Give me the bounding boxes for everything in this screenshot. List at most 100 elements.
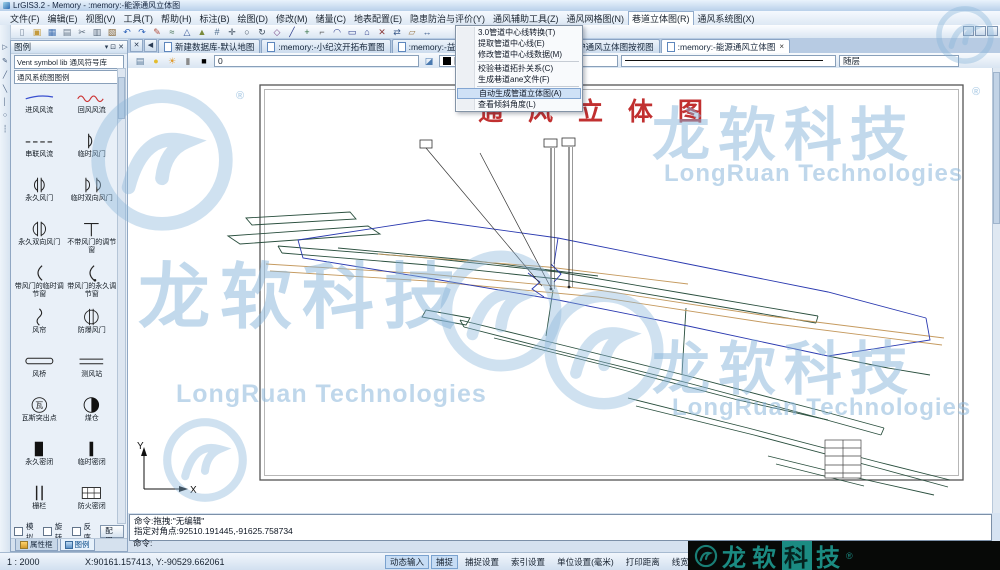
tab-properties[interactable]: 属性框	[15, 539, 58, 551]
color-chip-icon[interactable]: ■	[197, 55, 211, 67]
menu-option[interactable]: 提取管道中心线(E)	[457, 38, 581, 49]
menu-item[interactable]: 视图(V)	[82, 11, 120, 26]
status-button[interactable]: 索引设置	[506, 555, 550, 569]
menu-item[interactable]: 通风辅助工具(Z)	[489, 11, 563, 26]
legend-symbol[interactable]: 临时双向风门	[66, 175, 119, 219]
legend-symbol[interactable]: 栅栏	[13, 483, 66, 525]
tab-prev-icon[interactable]: ◀	[144, 39, 157, 52]
status-button[interactable]: 捕捉	[431, 555, 458, 569]
status-button[interactable]: 单位设置(毫米)	[552, 555, 619, 569]
symbol-category-select[interactable]: 通风系统图图例	[14, 70, 124, 84]
drawing-canvas[interactable]: 通 风 立 体 图	[128, 68, 993, 513]
legend-symbol[interactable]: 防爆风门	[66, 307, 119, 351]
copy-icon[interactable]: ▥	[90, 26, 104, 38]
menu-option[interactable]: 生成巷道ane文件(F)	[457, 74, 581, 85]
line-back-icon[interactable]: ╲	[3, 85, 7, 93]
checkbox-rotate[interactable]	[43, 527, 52, 536]
offset-icon[interactable]: ▱	[405, 26, 419, 38]
sun-icon[interactable]: ☀	[165, 55, 179, 67]
command-history[interactable]: 命令:拖拽:"无编辑" 指定对角点:92510.191445,-91625.75…	[129, 514, 992, 541]
tab-legend[interactable]: 图例	[60, 539, 95, 551]
paste-icon[interactable]: ▧	[105, 26, 119, 38]
vline-icon[interactable]: │	[3, 99, 7, 106]
legend-panel-header[interactable]: 图例 ▾ ⊡ ✕	[11, 41, 127, 54]
corner-icon[interactable]: ⌐	[315, 26, 329, 38]
status-button[interactable]: 动态输入	[385, 555, 429, 569]
lock-icon[interactable]: ▮	[181, 55, 195, 67]
legend-symbol[interactable]: 进风风流	[13, 87, 66, 131]
panel-close-icon[interactable]: ✕	[118, 43, 124, 51]
menu-item[interactable]: 文件(F)	[6, 11, 44, 26]
node-icon[interactable]: ◇	[270, 26, 284, 38]
checkbox-reverse[interactable]	[72, 527, 81, 536]
symbol-library-select[interactable]: Vent symbol lib 通风符号库	[14, 55, 124, 69]
triangle-icon[interactable]: △	[180, 26, 194, 38]
scroll-thumb[interactable]	[118, 77, 125, 119]
home-icon[interactable]: ⌂	[360, 26, 374, 38]
legend-symbol[interactable]: 煤仓	[66, 395, 119, 439]
menu-item[interactable]: 通风网格图(N)	[563, 11, 629, 26]
config-button[interactable]: 配置	[100, 525, 124, 538]
canvas-vertical-scrollbar[interactable]	[992, 68, 1000, 513]
menu-item[interactable]: 地表配置(E)	[350, 11, 406, 26]
legend-symbol[interactable]: 永久双向风门	[13, 219, 66, 263]
bulb-icon[interactable]: ●	[149, 55, 163, 67]
legend-symbol[interactable]: 串联风流	[13, 131, 66, 175]
legend-symbol[interactable]: 永久密闭	[13, 439, 66, 483]
cut-icon[interactable]: ✂	[75, 26, 89, 38]
status-button[interactable]: 多视图	[696, 555, 732, 569]
linetype-combo[interactable]: 随层	[839, 55, 959, 67]
print-icon[interactable]: ▤	[60, 26, 74, 38]
legend-symbol[interactable]: 临时风门	[66, 131, 119, 175]
tab-xiaojiwen[interactable]: :memory:-小纪汶开拓布置图	[261, 39, 390, 53]
rect-icon[interactable]: ▭	[345, 26, 359, 38]
tab-nengyuan-active[interactable]: :memory:-能源通风立体图×	[661, 39, 790, 53]
line-slash-icon[interactable]: ╱	[3, 71, 7, 79]
scroll-thumb[interactable]	[993, 72, 1000, 224]
legend-symbol[interactable]: 不带风门的调节窗	[66, 219, 119, 263]
menu-item[interactable]: 绘图(D)	[234, 11, 273, 26]
menu-item[interactable]: 修改(M)	[272, 11, 312, 26]
dock-button[interactable]	[987, 26, 998, 36]
legend-symbol[interactable]: 永久风门	[13, 175, 66, 219]
rotate-icon[interactable]: ↻	[255, 26, 269, 38]
legend-symbol[interactable]: 瓦 瓦斯突出点	[13, 395, 66, 439]
linetype-preview-combo[interactable]	[621, 55, 836, 67]
legend-symbol[interactable]: 测风站	[66, 351, 119, 395]
layer-combo[interactable]: 0	[214, 55, 419, 67]
erase-icon[interactable]: ✕	[375, 26, 389, 38]
layers-icon[interactable]: ▤	[133, 55, 147, 67]
pen-icon[interactable]: ✎	[150, 26, 164, 38]
arc-icon[interactable]: ◠	[330, 26, 344, 38]
legend-symbol[interactable]: 回风风流	[66, 87, 119, 131]
tab-close-icon[interactable]: ✕	[130, 39, 143, 52]
dash-icon[interactable]: ┆	[3, 125, 7, 133]
dock-button[interactable]	[963, 26, 974, 36]
measure-icon[interactable]: ↔	[420, 26, 434, 38]
save-icon[interactable]: ▦	[45, 26, 59, 38]
plus-icon[interactable]: +	[300, 26, 314, 38]
panel-menu-icon[interactable]: ▾	[105, 43, 109, 51]
open-icon[interactable]: ▣	[30, 26, 44, 38]
panel-float-icon[interactable]: ⊡	[110, 43, 116, 51]
checkbox-simulate[interactable]	[14, 527, 23, 536]
select-icon[interactable]: ▷	[2, 43, 7, 51]
menu-option[interactable]: 自动生成管道立体图(A)	[457, 88, 581, 99]
paint-bucket-icon[interactable]: ◪	[422, 55, 436, 67]
menu-item[interactable]: 编辑(E)	[44, 11, 82, 26]
redo-icon[interactable]: ↷	[135, 26, 149, 38]
menu-option[interactable]: 3.0管道中心线转换(T)	[457, 27, 581, 38]
legend-symbol[interactable]: 风桥	[13, 351, 66, 395]
command-input[interactable]: 命令:	[133, 537, 152, 549]
menu-item[interactable]: 隐患防治与评价(Y)	[406, 11, 489, 26]
mirror-icon[interactable]: ⇄	[390, 26, 404, 38]
spline-icon[interactable]: ≈	[165, 26, 179, 38]
close-icon[interactable]: ×	[779, 42, 784, 51]
dock-button[interactable]	[975, 26, 986, 36]
mountain-icon[interactable]: ▲	[195, 26, 209, 38]
status-button[interactable]: 打印距离	[621, 555, 665, 569]
legend-symbol[interactable]: 临时密闭	[66, 439, 119, 483]
undo-icon[interactable]: ↶	[120, 26, 134, 38]
menu-option[interactable]: 查看倾斜角度(L)	[457, 99, 581, 110]
line-icon[interactable]: ╱	[285, 26, 299, 38]
